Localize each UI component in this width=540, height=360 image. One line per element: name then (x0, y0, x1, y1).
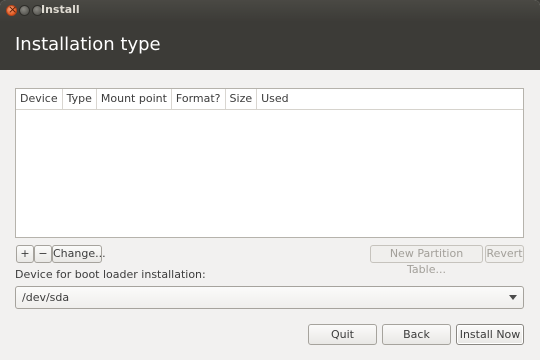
window-title: Install (41, 3, 80, 16)
install-now-button[interactable]: Install Now (456, 324, 524, 345)
chevron-down-icon (509, 295, 517, 300)
remove-partition-button[interactable]: − (34, 245, 52, 263)
table-header: Device Type Mount point Format? Size Use… (16, 89, 523, 110)
title-bar: Install (0, 0, 540, 22)
bootloader-device-value: /dev/sda (22, 291, 70, 304)
bootloader-label: Device for boot loader installation: (15, 268, 206, 281)
change-partition-button[interactable]: Change... (52, 245, 106, 263)
column-header-size[interactable]: Size (226, 89, 258, 109)
column-header-mount-point[interactable]: Mount point (97, 89, 172, 109)
new-partition-table-button[interactable]: New Partition Table... (370, 245, 483, 276)
close-icon[interactable] (6, 2, 17, 18)
minimize-icon[interactable] (19, 5, 30, 16)
column-header-used[interactable]: Used (257, 89, 293, 109)
quit-button[interactable]: Quit (308, 324, 377, 345)
page-title: Installation type (15, 34, 161, 55)
column-header-device[interactable]: Device (16, 89, 63, 109)
installer-window: Install Installation type Device Type Mo… (0, 0, 540, 360)
column-header-format[interactable]: Format? (172, 89, 226, 109)
column-header-type[interactable]: Type (63, 89, 97, 109)
bootloader-device-select[interactable]: /dev/sda (15, 286, 524, 309)
add-partition-button[interactable]: + (16, 245, 34, 263)
back-button[interactable]: Back (382, 324, 451, 345)
revert-button[interactable]: Revert (485, 245, 524, 263)
page-header: Installation type (0, 22, 540, 70)
partition-table[interactable]: Device Type Mount point Format? Size Use… (15, 88, 524, 238)
